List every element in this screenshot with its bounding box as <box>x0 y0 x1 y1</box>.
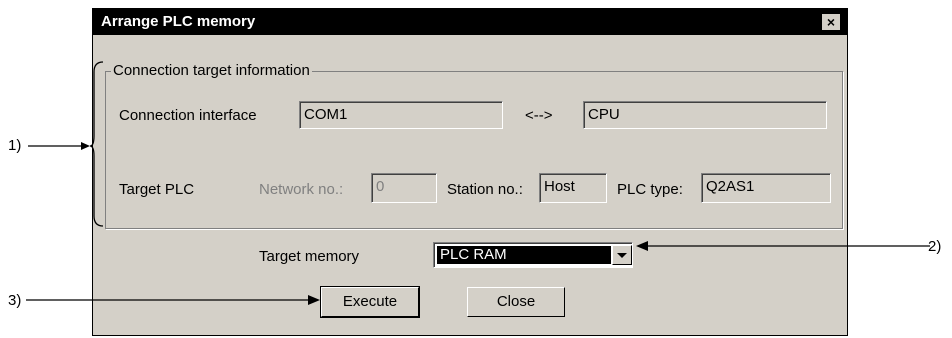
target-memory-select[interactable]: PLC RAM <box>433 242 633 268</box>
connection-interface-label: Connection interface <box>119 107 257 124</box>
close-button[interactable]: Close <box>467 287 565 317</box>
connection-target-groupbox <box>105 71 843 229</box>
plc-type-field: Q2AS1 <box>701 173 831 203</box>
dialog-title: Arrange PLC memory <box>101 13 256 30</box>
group-legend: Connection target information <box>111 62 312 80</box>
execute-button[interactable]: Execute <box>320 286 420 318</box>
arrange-plc-memory-dialog: Arrange PLC memory × Connection target i… <box>92 8 848 336</box>
chevron-down-icon <box>617 253 627 258</box>
connection-interface-field: COM1 <box>299 101 503 129</box>
target-plc-label: Target PLC <box>119 181 195 198</box>
close-icon[interactable]: × <box>821 13 841 31</box>
cpu-field: CPU <box>583 101 827 129</box>
network-no-label: Network no.: <box>259 181 344 198</box>
target-memory-label: Target memory <box>259 248 360 265</box>
annotation-2-label: 2) <box>928 238 942 255</box>
plc-type-label: PLC type: <box>617 181 683 198</box>
annotation-1-brace <box>28 61 104 227</box>
station-no-field: Host <box>539 173 607 203</box>
dropdown-button[interactable] <box>612 245 632 265</box>
network-no-field: 0 <box>371 173 437 203</box>
annotation-3-label: 3) <box>8 292 22 309</box>
target-memory-value: PLC RAM <box>437 246 611 264</box>
connection-arrow-text: <--> <box>525 107 553 124</box>
title-bar: Arrange PLC memory × <box>93 9 847 35</box>
annotation-2-arrow <box>636 241 930 251</box>
station-no-label: Station no.: <box>447 181 523 198</box>
annotation-3-arrow <box>26 295 320 305</box>
annotation-1-label: 1) <box>8 137 22 154</box>
